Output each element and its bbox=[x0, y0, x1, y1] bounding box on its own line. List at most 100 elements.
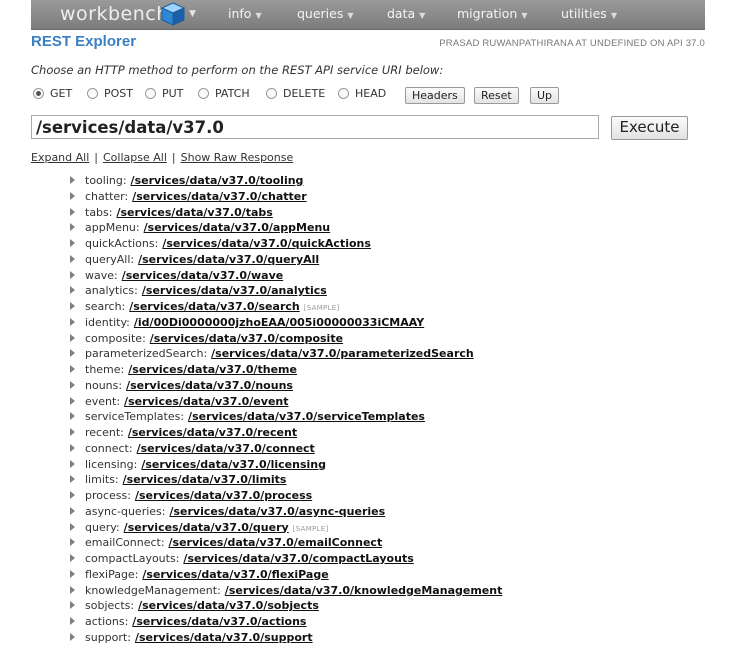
tree-item-link[interactable]: /services/data/v37.0/parameterizedSearch bbox=[211, 347, 474, 360]
chevron-down-icon: ▼ bbox=[347, 11, 354, 20]
reset-button[interactable]: Reset bbox=[474, 87, 519, 104]
tree-item-link[interactable]: /services/data/v37.0/recent bbox=[128, 426, 297, 439]
expand-arrow-icon[interactable] bbox=[70, 176, 75, 184]
expand-arrow-icon[interactable] bbox=[70, 365, 75, 373]
nav-utilities[interactable]: utilities ▼ bbox=[561, 0, 617, 29]
expand-arrow-icon[interactable] bbox=[70, 333, 75, 342]
expand-arrow-icon[interactable] bbox=[70, 254, 75, 263]
expand-arrow-icon[interactable] bbox=[70, 459, 75, 468]
radio-head[interactable] bbox=[338, 87, 349, 99]
tree-item-link[interactable]: /services/data/v37.0/search bbox=[129, 300, 299, 313]
tree-item-link[interactable]: /services/data/v37.0/licensing bbox=[141, 458, 326, 471]
method-put[interactable]: PUT bbox=[145, 87, 183, 100]
method-delete[interactable]: DELETE bbox=[266, 87, 325, 100]
expand-arrow-icon[interactable] bbox=[70, 617, 75, 625]
expand-arrow-icon[interactable] bbox=[70, 538, 75, 547]
execute-button[interactable]: Execute bbox=[611, 116, 688, 140]
expand-arrow-icon[interactable] bbox=[70, 412, 75, 421]
up-button[interactable]: Up bbox=[530, 87, 560, 104]
tree-item: actions:/services/data/v37.0/actions bbox=[70, 614, 502, 630]
method-head-label: HEAD bbox=[355, 87, 387, 100]
expand-arrow-icon[interactable] bbox=[70, 349, 75, 358]
tree-item-link[interactable]: /services/data/v37.0/event bbox=[124, 395, 288, 408]
workbench-logo-text[interactable]: workbench bbox=[60, 2, 169, 26]
expand-arrow-icon[interactable] bbox=[70, 601, 75, 610]
expand-all-link[interactable]: Expand All bbox=[31, 151, 89, 164]
tree-item-key: recent: bbox=[85, 426, 124, 439]
tree-item-link[interactable]: /services/data/v37.0/chatter bbox=[132, 190, 306, 203]
tree-item-link[interactable]: /services/data/v37.0/query bbox=[124, 521, 289, 534]
tree-item-link[interactable]: /services/data/v37.0/serviceTemplates bbox=[188, 410, 425, 423]
radio-get[interactable] bbox=[33, 87, 44, 99]
expand-arrow-icon[interactable] bbox=[70, 302, 75, 310]
expand-arrow-icon[interactable] bbox=[70, 569, 75, 578]
expand-arrow-icon[interactable] bbox=[70, 270, 75, 279]
expand-arrow-icon[interactable] bbox=[70, 223, 75, 232]
tree-item-link[interactable]: /services/data/v37.0/compactLayouts bbox=[183, 552, 413, 565]
chevron-down-icon: ▼ bbox=[255, 11, 262, 20]
tree-item-link[interactable]: /services/data/v37.0/analytics bbox=[142, 284, 327, 297]
tree-item-link[interactable]: /services/data/v37.0/connect bbox=[137, 442, 315, 455]
expand-arrow-icon[interactable] bbox=[70, 475, 75, 484]
nav-migration[interactable]: migration ▼ bbox=[457, 0, 527, 29]
expand-arrow-icon[interactable] bbox=[70, 554, 75, 562]
tree-item-link[interactable]: /services/data/v37.0/wave bbox=[122, 269, 283, 282]
tree-item-link[interactable]: /services/data/v37.0/tooling bbox=[131, 174, 304, 187]
radio-post[interactable] bbox=[87, 87, 98, 99]
tree-item-link[interactable]: /services/data/v37.0/nouns bbox=[126, 379, 293, 392]
tree-item-link[interactable]: /services/data/v37.0/theme bbox=[128, 363, 297, 376]
tree-item-link[interactable]: /services/data/v37.0/tabs bbox=[116, 206, 272, 219]
tree-item-link[interactable]: /services/data/v37.0/support bbox=[135, 631, 313, 644]
expand-arrow-icon[interactable] bbox=[70, 396, 75, 405]
nav-info[interactable]: info ▼ bbox=[228, 0, 262, 29]
tree-item-link[interactable]: /services/data/v37.0/async-queries bbox=[169, 505, 385, 518]
uri-input[interactable] bbox=[31, 115, 599, 139]
expand-arrow-icon[interactable] bbox=[70, 443, 75, 452]
tree-item-link[interactable]: /services/data/v37.0/flexiPage bbox=[142, 568, 328, 581]
nav-queries[interactable]: queries ▼ bbox=[297, 0, 354, 29]
tree-item-link[interactable]: /services/data/v37.0/composite bbox=[150, 332, 343, 345]
cube-logo-icon[interactable] bbox=[160, 1, 186, 27]
tree-item-link[interactable]: /services/data/v37.0/quickActions bbox=[162, 237, 371, 250]
collapse-all-link[interactable]: Collapse All bbox=[103, 151, 167, 164]
tree-item-key: wave: bbox=[85, 268, 118, 282]
expand-arrow-icon[interactable] bbox=[70, 191, 75, 200]
method-patch[interactable]: PATCH bbox=[198, 87, 250, 100]
show-raw-response-link[interactable]: Show Raw Response bbox=[181, 151, 294, 164]
sample-badge[interactable]: [SAMPLE] bbox=[304, 304, 340, 312]
tree-item-key: chatter: bbox=[85, 189, 129, 203]
tree-item-link[interactable]: /services/data/v37.0/limits bbox=[123, 473, 287, 486]
expand-arrow-icon[interactable] bbox=[70, 207, 75, 216]
nav-data[interactable]: data ▼ bbox=[387, 0, 425, 29]
method-head[interactable]: HEAD bbox=[338, 87, 386, 100]
headers-button[interactable]: Headers bbox=[405, 87, 465, 104]
tree-item-link[interactable]: /services/data/v37.0/actions bbox=[132, 615, 306, 628]
expand-arrow-icon[interactable] bbox=[70, 522, 75, 531]
tree-item-link[interactable]: /services/data/v37.0/emailConnect bbox=[169, 536, 383, 549]
tree-item-link[interactable]: /services/data/v37.0/knowledgeManagement bbox=[225, 584, 503, 597]
radio-delete[interactable] bbox=[266, 87, 277, 99]
method-post[interactable]: POST bbox=[87, 87, 133, 100]
expand-arrow-icon[interactable] bbox=[70, 632, 75, 641]
expand-arrow-icon[interactable] bbox=[70, 506, 75, 515]
tree-item-link[interactable]: /services/data/v37.0/queryAll bbox=[138, 253, 319, 266]
expand-arrow-icon[interactable] bbox=[70, 585, 75, 594]
tree-item: limits: /services/data/v37.0/limits bbox=[70, 472, 502, 488]
expand-arrow-icon[interactable] bbox=[70, 317, 75, 326]
radio-put[interactable] bbox=[145, 87, 156, 99]
tree-item-link[interactable]: /services/data/v37.0/process bbox=[135, 489, 312, 502]
expand-arrow-icon[interactable] bbox=[70, 286, 75, 295]
sample-badge[interactable]: [SAMPLE] bbox=[293, 525, 329, 533]
tree-item-link[interactable]: /id/00Di0000000jzhoEAA/005i00000033iCMAA… bbox=[134, 316, 424, 329]
expand-arrow-icon[interactable] bbox=[70, 428, 75, 436]
method-get[interactable]: GET bbox=[33, 87, 72, 100]
radio-patch[interactable] bbox=[198, 87, 209, 99]
tree-item-link[interactable]: /services/data/v37.0/sobjects bbox=[138, 599, 319, 612]
expand-arrow-icon[interactable] bbox=[70, 380, 75, 389]
tree-item-link[interactable]: /services/data/v37.0/appMenu bbox=[144, 221, 331, 234]
expand-arrow-icon[interactable] bbox=[70, 239, 75, 247]
tree-item-key: composite: bbox=[85, 331, 146, 345]
brand-chevron-down-icon[interactable]: ▼ bbox=[189, 9, 196, 19]
method-delete-label: DELETE bbox=[283, 87, 326, 100]
expand-arrow-icon[interactable] bbox=[70, 491, 75, 499]
